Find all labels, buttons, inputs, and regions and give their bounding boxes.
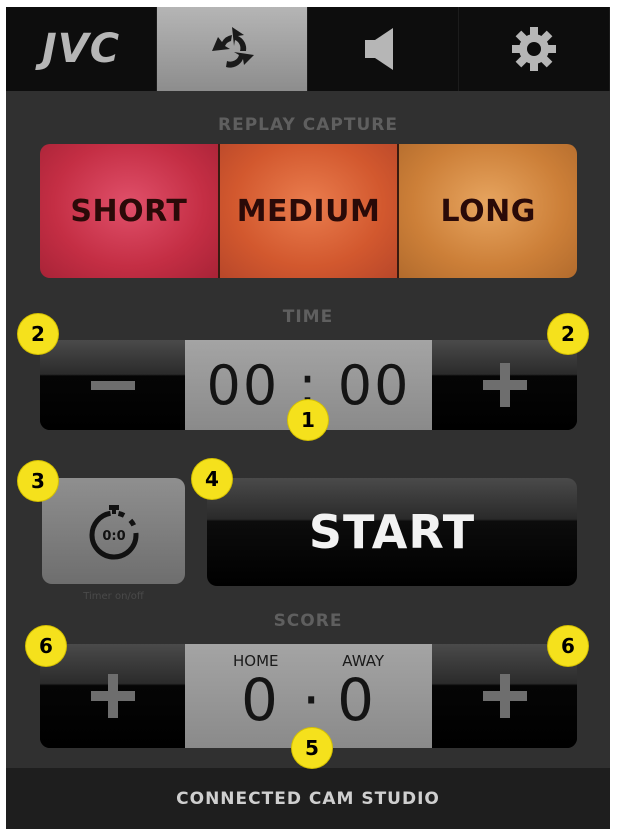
marker-6-left: 6 <box>26 626 66 666</box>
marker-6-right: 6 <box>548 626 588 666</box>
plus-icon <box>482 363 527 407</box>
gear-icon <box>512 27 556 71</box>
tab-jvc[interactable]: JVC <box>6 7 157 91</box>
plus-icon <box>90 674 135 718</box>
marker-4: 4 <box>192 459 232 499</box>
timer-caption: Timer on/off <box>83 591 144 602</box>
short-button[interactable]: SHORT <box>40 144 218 278</box>
replay-cycle-icon <box>212 27 254 68</box>
score-label: SCORE <box>273 611 343 631</box>
replay-capture-group: SHORT MEDIUM LONG <box>40 144 577 278</box>
medium-button[interactable]: MEDIUM <box>217 144 398 278</box>
timer-toggle-button[interactable]: 0:0 <box>42 478 185 584</box>
jvc-logo: JVC <box>41 26 121 72</box>
marker-3: 3 <box>18 461 58 501</box>
stopwatch-icon: 0:0 <box>89 505 138 560</box>
marker-2-right: 2 <box>548 314 588 354</box>
home-score: 0 <box>241 666 278 734</box>
start-button[interactable]: START <box>207 478 577 586</box>
tab-replay[interactable] <box>157 7 308 91</box>
tab-settings[interactable] <box>459 7 610 91</box>
tab-audio[interactable] <box>308 7 459 91</box>
away-score: 0 <box>337 666 374 734</box>
replay-capture-label: REPLAY CAPTURE <box>218 115 398 135</box>
home-score-increment-button[interactable] <box>40 644 185 748</box>
plus-icon <box>482 674 527 718</box>
stopwatch-text: 0:0 <box>102 529 125 544</box>
footer-title: CONNECTED CAM STUDIO <box>176 788 440 809</box>
time-label: TIME <box>282 307 334 327</box>
marker-5: 5 <box>292 728 332 768</box>
marker-1: 1 <box>288 400 328 440</box>
time-increment-button[interactable] <box>432 340 577 430</box>
top-tab-bar: JVC <box>6 7 610 91</box>
speaker-icon <box>365 28 393 70</box>
footer-bar: CONNECTED CAM STUDIO <box>6 768 610 829</box>
long-button[interactable]: LONG <box>397 144 577 278</box>
marker-2-left: 2 <box>18 314 58 354</box>
score-separator: · <box>302 666 321 734</box>
time-decrement-button[interactable] <box>40 340 185 430</box>
minus-icon <box>90 381 135 390</box>
